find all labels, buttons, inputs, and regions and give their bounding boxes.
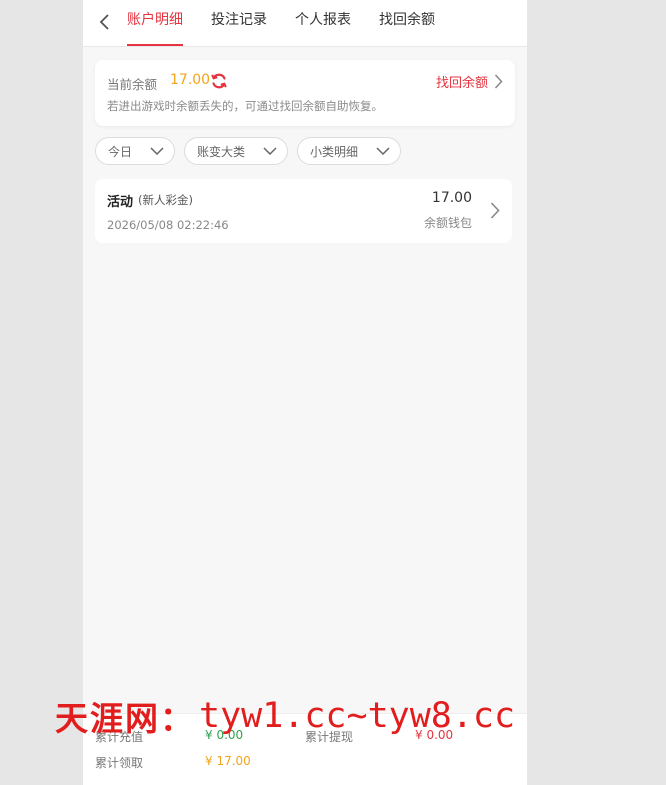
tab-bar: 账户明细 投注记录 个人报表 找回余额 — [127, 0, 463, 46]
filter-subcategory-dropdown[interactable]: 小类明细 — [297, 137, 402, 165]
tab-personal-report[interactable]: 个人报表 — [295, 0, 351, 46]
total-claim-value: ¥ 17.00 — [205, 754, 251, 768]
back-button[interactable] — [95, 12, 115, 32]
transaction-record[interactable]: 活动 (新人彩金) 2026/05/08 02:22:46 17.00 余额钱包 — [95, 179, 512, 243]
total-recharge-value: ¥ 0.00 — [205, 728, 244, 742]
filter-category-dropdown[interactable]: 账变大类 — [184, 137, 289, 165]
filter-date-dropdown[interactable]: 今日 — [95, 137, 176, 165]
account-details-page: 账户明细 投注记录 个人报表 找回余额 当前余额 17.00 找回余额 若进出游… — [83, 0, 527, 785]
recover-balance-link[interactable]: 找回余额 — [436, 72, 503, 91]
total-recharge-label: 累计充值 — [95, 730, 144, 744]
filter-subcategory-label: 小类明细 — [310, 144, 359, 159]
chevron-right-icon — [494, 74, 503, 89]
tab-account-details[interactable]: 账户明细 — [127, 0, 183, 46]
recover-balance-label: 找回余额 — [435, 76, 488, 91]
chevron-down-icon — [263, 147, 277, 155]
balance-value: 17.00 — [170, 72, 211, 88]
chevron-left-icon — [99, 14, 109, 30]
chevron-down-icon — [150, 147, 164, 155]
record-amount: 17.00 — [431, 190, 472, 206]
totals-footer: 累计充值 ¥ 0.00 累计提现 ¥ 0.00 累计领取 ¥ 17.00 — [83, 713, 527, 785]
chevron-right-icon — [490, 202, 500, 219]
tab-bet-records[interactable]: 投注记录 — [211, 0, 267, 46]
balance-label: 当前余额 — [107, 77, 158, 92]
record-title: 活动 — [107, 195, 134, 210]
total-withdraw-value: ¥ 0.00 — [415, 728, 454, 742]
record-subtitle: (新人彩金) — [138, 193, 193, 207]
chevron-down-icon — [376, 147, 390, 155]
top-nav-bar: 账户明细 投注记录 个人报表 找回余额 — [83, 0, 527, 47]
total-claim-label: 累计领取 — [95, 756, 144, 770]
balance-card: 当前余额 17.00 找回余额 若进出游戏时余额丢失的，可通过找回余额自助恢复。 — [95, 60, 515, 126]
tab-recover-balance[interactable]: 找回余额 — [379, 0, 435, 46]
total-withdraw-label: 累计提现 — [305, 730, 354, 744]
filter-date-label: 今日 — [108, 144, 133, 159]
filter-bar: 今日 账变大类 小类明细 — [95, 137, 410, 165]
balance-note: 若进出游戏时余额丢失的，可通过找回余额自助恢复。 — [107, 99, 383, 113]
filter-category-label: 账变大类 — [197, 144, 246, 159]
record-date: 2026/05/08 02:22:46 — [107, 218, 229, 232]
record-wallet: 余额钱包 — [423, 216, 472, 230]
refresh-icon[interactable] — [210, 72, 228, 90]
